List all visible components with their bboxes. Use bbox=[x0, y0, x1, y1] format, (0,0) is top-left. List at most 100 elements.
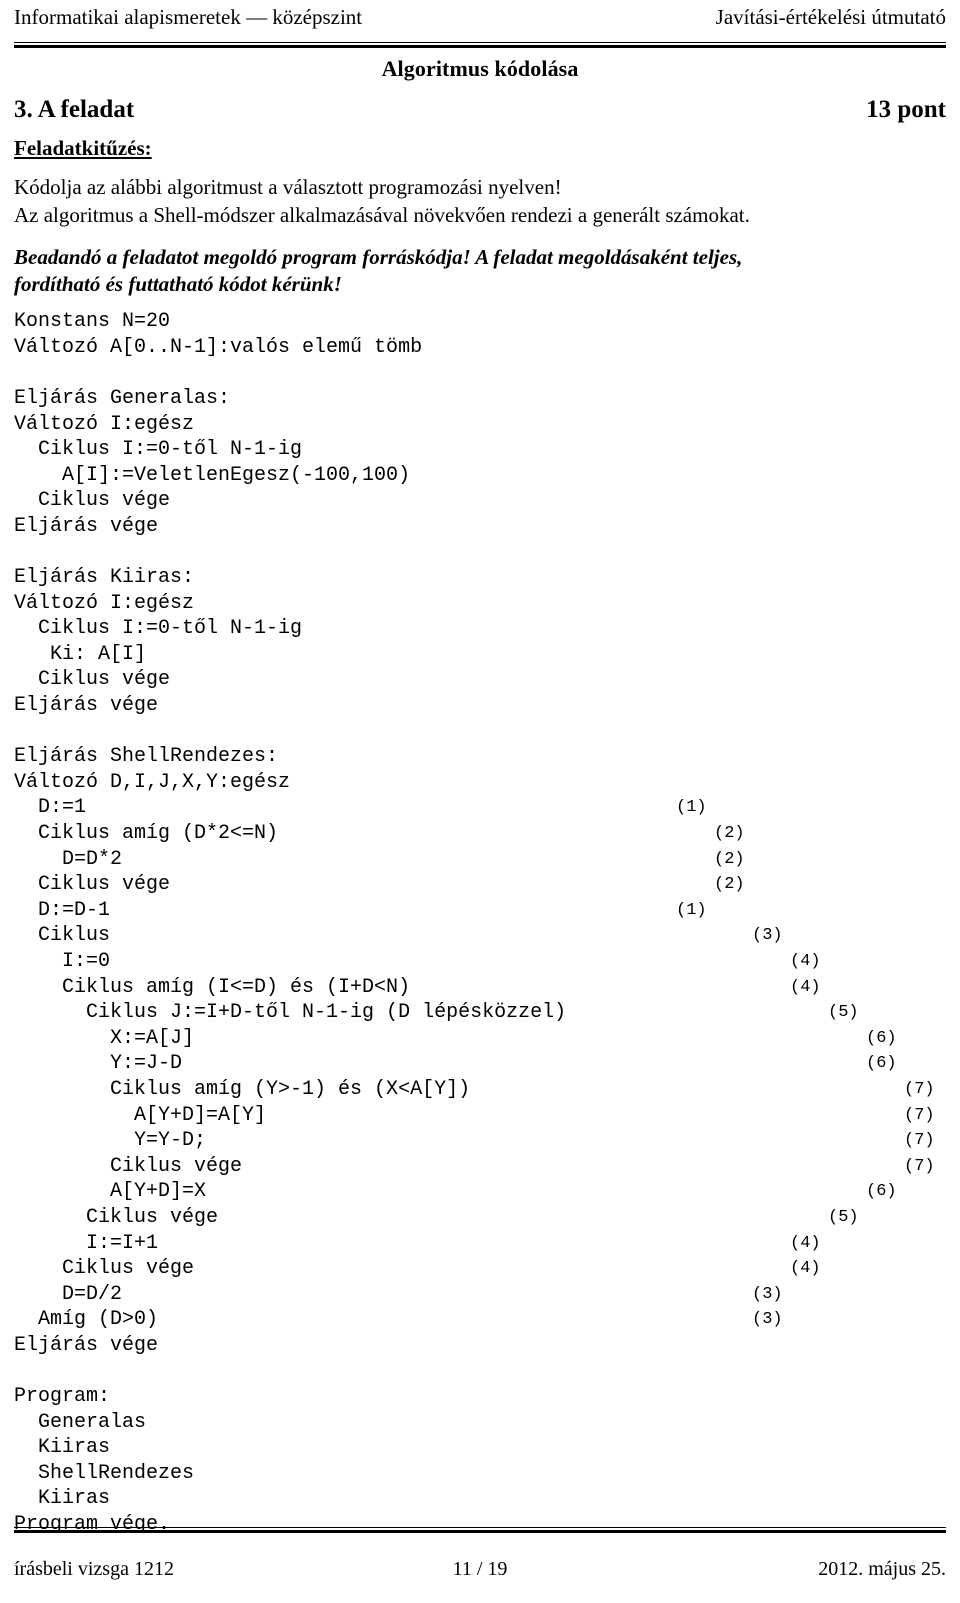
running-head-subject: Informatikai alapismeretek — középszint bbox=[14, 5, 363, 29]
code-line: Eljárás vége bbox=[14, 693, 946, 719]
code-line-text: Y:=J-D bbox=[14, 1052, 183, 1076]
code-line: Ciklus vége (4) bbox=[14, 1256, 946, 1282]
code-line-text: Eljárás ShellRendezes: bbox=[14, 745, 279, 769]
code-line-text: Változó I:egész bbox=[14, 591, 195, 615]
task-title: 3. A feladat bbox=[14, 96, 135, 124]
code-line: Ciklus I:=0-től N-1-ig bbox=[14, 437, 946, 463]
code-line: Ciklus vége bbox=[14, 667, 946, 693]
code-line: I:=0 (4) bbox=[14, 949, 946, 975]
code-line-text: Ciklus vége bbox=[14, 873, 171, 897]
algorithm-code-block: Konstans N=20 Változó A[0..N-1]:valós ele… bbox=[14, 309, 946, 1538]
code-line-text: Ciklus vége bbox=[14, 1205, 219, 1229]
code-line-annotation: (7) bbox=[904, 1079, 935, 1099]
code-line-text: Konstans N=20 bbox=[14, 310, 171, 334]
code-line-text: Ciklus vége bbox=[14, 668, 171, 692]
code-line: Változó I:egész bbox=[14, 412, 946, 438]
code-line-annotation: (7) bbox=[904, 1131, 935, 1151]
code-line-text: A[Y+D]=X bbox=[14, 1180, 207, 1204]
running-head-document-type: Javítási-értékelési útmutató bbox=[715, 5, 946, 29]
code-line-text: Változó I:egész bbox=[14, 412, 195, 436]
code-line-text: A[I]:=VeletlenEgesz(-100,100) bbox=[14, 463, 411, 487]
code-line-text: D=D*2 bbox=[14, 847, 123, 871]
code-line-annotation: (6) bbox=[866, 1054, 897, 1074]
code-line: Generalas bbox=[14, 1410, 946, 1436]
running-head: Informatikai alapismeretek — középszint … bbox=[14, 0, 946, 29]
code-line-text: Amíg (D>0) bbox=[14, 1308, 159, 1332]
task-description-line: Az algoritmus a Shell-módszer alkalmazás… bbox=[14, 202, 750, 227]
code-line-text: Ciklus I:=0-től N-1-ig bbox=[14, 617, 303, 641]
code-line: A[Y+D]=X (6) bbox=[14, 1179, 946, 1205]
code-line-annotation: (4) bbox=[790, 1233, 821, 1253]
page-footer: írásbeli vizsga 1212 11 / 19 2012. május… bbox=[14, 1558, 946, 1581]
code-line: Ciklus vége (5) bbox=[14, 1205, 946, 1231]
code-line: Ciklus vége (2) bbox=[14, 872, 946, 898]
code-line: Változó D,I,J,X,Y:egész bbox=[14, 770, 946, 796]
code-line: ShellRendezes bbox=[14, 1461, 946, 1487]
code-line-text: Program vége. bbox=[14, 1513, 171, 1537]
code-line: Ciklus amíg (D*2<=N) (2) bbox=[14, 821, 946, 847]
code-line: D=D*2 (2) bbox=[14, 847, 946, 873]
code-line-text: Ciklus J:=I+D-től N-1-ig (D lépésközzel) bbox=[14, 1001, 567, 1025]
code-line-annotation: (4) bbox=[790, 951, 821, 971]
code-line-text: Eljárás Generalas: bbox=[14, 386, 231, 410]
code-line-text: Eljárás vége bbox=[14, 1333, 159, 1357]
code-line-text: X:=A[J] bbox=[14, 1026, 195, 1050]
code-line-text: Ciklus I:=0-től N-1-ig bbox=[14, 438, 303, 462]
code-line: Ciklus vége (7) bbox=[14, 1154, 946, 1180]
code-line: Konstans N=20 bbox=[14, 309, 946, 335]
code-line: I:=I+1 (4) bbox=[14, 1231, 946, 1257]
code-line-text: Kiiras bbox=[14, 1487, 111, 1511]
code-line-annotation: (4) bbox=[790, 1259, 821, 1279]
task-submission-note: Beadandó a feladatot megoldó program for… bbox=[14, 244, 946, 299]
task-heading-row: 3. A feladat 13 pont bbox=[14, 96, 946, 124]
code-line-annotation: (6) bbox=[866, 1182, 897, 1202]
code-line-text: Ciklus vége bbox=[14, 1154, 243, 1178]
task-submission-note-line: fordítható és futtatható kódot kérünk! bbox=[14, 271, 342, 296]
code-line-annotation: (7) bbox=[904, 1156, 935, 1176]
footer-divider bbox=[14, 1527, 946, 1533]
task-points: 13 pont bbox=[866, 96, 946, 124]
code-line-text: Ciklus amíg (Y>-1) és (X<A[Y]) bbox=[14, 1077, 471, 1101]
code-line-text: Ciklus bbox=[14, 924, 111, 948]
code-line: D=D/2 (3) bbox=[14, 1282, 946, 1308]
code-line-text: Ciklus amíg (I<=D) és (I+D<N) bbox=[14, 975, 411, 999]
code-line: Ciklus (3) bbox=[14, 923, 946, 949]
code-line: Y:=J-D (6) bbox=[14, 1051, 946, 1077]
code-line-annotation: (1) bbox=[676, 900, 707, 920]
task-description-line: Kódolja az alábbi algoritmust a választo… bbox=[14, 175, 562, 200]
task-subheading: Feladatkitűzés: bbox=[14, 136, 152, 161]
code-line-text: Változó D,I,J,X,Y:egész bbox=[14, 770, 291, 794]
code-line-text: Eljárás vége bbox=[14, 694, 159, 718]
code-line-text: Ciklus amíg (D*2<=N) bbox=[14, 822, 279, 845]
code-line-text: Eljárás vége bbox=[14, 514, 159, 538]
code-line: Eljárás ShellRendezes: bbox=[14, 744, 946, 770]
code-line: Amíg (D>0) (3) bbox=[14, 1307, 946, 1333]
code-line-text: Y=Y-D; bbox=[14, 1129, 207, 1153]
code-line: A[Y+D]=A[Y] (7) bbox=[14, 1103, 946, 1129]
code-line: Kiiras bbox=[14, 1435, 946, 1461]
footer-date: 2012. május 25. bbox=[818, 1558, 946, 1580]
header-divider bbox=[14, 42, 946, 49]
code-line-annotation: (5) bbox=[828, 1003, 859, 1023]
code-line-annotation: (2) bbox=[714, 824, 745, 843]
code-line: Ciklus J:=I+D-től N-1-ig (D lépésközzel)… bbox=[14, 1000, 946, 1026]
code-line-text: Ciklus vége bbox=[14, 1257, 195, 1281]
code-line-text: D:=D-1 bbox=[14, 898, 111, 922]
code-line: Ki: A[I] bbox=[14, 642, 946, 668]
code-line: Program: bbox=[14, 1384, 946, 1410]
code-line-text: I:=0 bbox=[14, 949, 111, 973]
code-line-annotation: (5) bbox=[828, 1207, 859, 1227]
footer-page-number: 11 / 19 bbox=[452, 1558, 508, 1580]
code-line: D:=1 (1) bbox=[14, 795, 946, 821]
code-line-annotation: (2) bbox=[714, 875, 745, 895]
footer-exam-label: írásbeli vizsga 1212 bbox=[14, 1558, 174, 1580]
code-line: Ciklus I:=0-től N-1-ig bbox=[14, 616, 946, 642]
code-line: Változó A[0..N-1]:valós elemű tömb bbox=[14, 335, 946, 361]
code-line: D:=D-1 (1) bbox=[14, 898, 946, 924]
code-line: Kiiras bbox=[14, 1486, 946, 1512]
code-line-text: Változó A[0..N-1]:valós elemű tömb bbox=[14, 335, 423, 359]
